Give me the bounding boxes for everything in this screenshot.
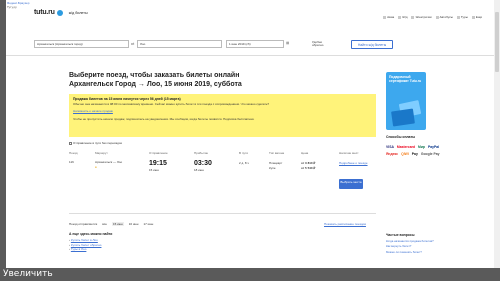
- logo-text: tutu.ru: [34, 9, 55, 16]
- notice-link[interactable]: Напомнить о начале продаж: [73, 109, 372, 113]
- faq-title: Частые вопросы: [386, 233, 415, 237]
- page-title-line1: Выберите поезд, чтобы заказать билеты он…: [69, 72, 240, 79]
- train-row: 116 Архангельск — Лоо ● 19:15 15 июн 03:…: [69, 160, 376, 202]
- class-coupe: Купе: [269, 166, 276, 170]
- mir-icon: Мир: [418, 145, 425, 149]
- col-price[interactable]: Цена: [301, 151, 308, 155]
- faq-item[interactable]: Когда начинается продажа билетов?: [386, 239, 440, 243]
- pager-option-17[interactable]: 17 июн: [143, 222, 153, 226]
- logo-icon: [56, 9, 63, 16]
- faq-block: Частые вопросы Когда начинается продажа …: [386, 233, 440, 254]
- return-trip-toggle[interactable]: Удобно обратно: [312, 40, 334, 47]
- faq-item[interactable]: Можно ли поменять билет?: [386, 250, 440, 254]
- where-list: › Купить билет в Лоо › Купить билет обра…: [69, 238, 101, 252]
- bus-icon: [435, 15, 439, 19]
- card-icon: [391, 108, 415, 127]
- to-field[interactable]: Лоо: [137, 40, 222, 48]
- col-duration[interactable]: В пути: [239, 151, 248, 155]
- train-number: 116: [69, 160, 74, 164]
- where-item-link[interactable]: Купить билет обратно: [71, 243, 102, 247]
- price-plazkart: от 3 810 ₽: [301, 161, 316, 165]
- visa-icon: VISA: [386, 145, 394, 149]
- suburban-icon: [411, 15, 415, 19]
- menu-item-bus[interactable]: Автобусы: [435, 15, 453, 19]
- page-title: Выберите поезд, чтобы заказать билеты он…: [69, 72, 369, 89]
- where-title: А еще здесь можно найти: [69, 232, 113, 236]
- faq-item[interactable]: Как вернуть билет?: [386, 244, 440, 248]
- tours-icon: [456, 15, 460, 19]
- schedule-link[interactable]: Показать расписание поездов: [324, 222, 366, 226]
- menu-item-tours[interactable]: Туры: [456, 15, 468, 19]
- apple-pay-icon: Pay: [411, 152, 418, 156]
- notice-details: Чтобы не пропустить начало продаж, подпи…: [73, 117, 255, 121]
- col-depart[interactable]: Отправление: [149, 151, 168, 155]
- search-bar: Архангельск (Архангельск город) ⇄ Лоо 1 …: [34, 40, 464, 52]
- class-plazkart: Плацкарт: [269, 161, 283, 165]
- sales-notice: Продажа билетов на 15 июня начнутся чере…: [69, 94, 376, 137]
- qiwi-icon: QIWI: [401, 152, 409, 156]
- more-icon: [471, 15, 475, 19]
- gift-certificate-banner[interactable]: Подарочный сертификат Tutu.ru: [386, 72, 426, 130]
- header-divider: [6, 55, 494, 56]
- menu-item-more[interactable]: Ещё: [471, 15, 482, 19]
- price-coupe: от 5 540 ₽: [301, 166, 316, 170]
- browser-tab-subtitle: Туту.ру: [7, 5, 17, 9]
- avia-icon: [383, 15, 387, 19]
- calendar-icon[interactable]: ▦: [286, 41, 289, 45]
- col-class: Тип вагона: [269, 151, 285, 155]
- rail-icon: [398, 15, 402, 19]
- choose-seats-button[interactable]: Выбрать места: [339, 179, 363, 189]
- menu-item-suburban[interactable]: Электрички: [411, 15, 432, 19]
- where-item[interactable]: › Туры в Лоо: [69, 247, 101, 252]
- scroll-thumb[interactable]: [495, 12, 499, 72]
- col-train[interactable]: Поезд: [69, 151, 78, 155]
- swap-icon[interactable]: ⇄: [131, 41, 134, 46]
- company-icon: ●: [95, 165, 97, 169]
- arrive-date: 18 июн: [194, 168, 204, 172]
- pager-label: Поезд отправляется: [69, 222, 98, 226]
- direct-only-filter[interactable]: Отправление в пути без пересадок: [69, 141, 122, 145]
- mastercard-icon: Mastercard: [396, 145, 416, 149]
- web-page: Яндекс.Браузер Туту.ру tutu.ru ж/д билет…: [6, 0, 494, 268]
- date-field[interactable]: 1 июн 2019 (сб): [226, 40, 284, 48]
- where-item-link[interactable]: Туры в Лоо: [71, 247, 87, 251]
- menu-item-avia[interactable]: Авиа: [383, 15, 394, 19]
- status-bar: Увеличить: [0, 268, 500, 281]
- direct-only-checkbox[interactable]: [69, 141, 72, 145]
- train-route[interactable]: Архангельск — Лоо: [95, 160, 122, 164]
- pager-option-16[interactable]: 16 июн: [129, 222, 139, 226]
- site-logo[interactable]: tutu.ru ж/д билеты: [34, 9, 88, 16]
- depart-date: 15 июн: [149, 168, 159, 172]
- zoom-status: Увеличить: [3, 269, 53, 279]
- payment-title: Способы оплаты: [386, 135, 416, 139]
- col-route: Маршрут: [95, 151, 108, 155]
- col-arrive[interactable]: Прибытие: [194, 151, 208, 155]
- page-scrollbar[interactable]: [494, 0, 500, 268]
- google-pay-icon: Google Pay: [420, 152, 440, 156]
- duration: 2 д. 8 ч: [239, 161, 249, 165]
- notice-title: Продажа билетов на 15 июня начнутся чере…: [73, 97, 181, 101]
- seats-info-link[interactable]: Подробнее о поезде: [339, 161, 368, 165]
- banner-text: Подарочный сертификат Tutu.ru: [389, 75, 422, 84]
- row-divider: [69, 213, 376, 214]
- pager-option-all[interactable]: все: [102, 222, 107, 226]
- table-header: Поезд Маршрут Отправление Прибытие В пут…: [69, 151, 376, 157]
- from-field[interactable]: Архангельск (Архангельск город): [34, 40, 129, 48]
- pager-option-selected[interactable]: 15 июн: [111, 222, 124, 226]
- page-title-line2: Архангельск Город → Лоо, 15 июня 2019, с…: [69, 80, 242, 88]
- menu-item-rail[interactable]: Ж/д: [398, 15, 407, 19]
- direct-only-label: Отправление в пути без пересадок: [73, 141, 122, 145]
- paypal-icon: PayPal: [428, 145, 440, 149]
- top-menu: Авиа Ж/д Электрички Автобусы Туры Ещё: [383, 15, 482, 19]
- where-item-link[interactable]: Купить билет в Лоо: [71, 238, 98, 242]
- find-button[interactable]: Найти ж/д билеты: [351, 40, 393, 49]
- yandex-money-icon: Яндекс: [386, 152, 399, 156]
- section-title: ж/д билеты: [68, 10, 88, 15]
- date-pager: Поезд отправляется все 15 июн 16 июн 17 …: [69, 222, 153, 226]
- col-seats: Наличие мест: [339, 151, 359, 155]
- notice-text: Обычно она начинается в 08:00 по московс…: [73, 102, 270, 106]
- payment-logos: VISA Mastercard Мир PayPal Яндекс QIWI P…: [386, 145, 440, 157]
- arrive-time: 03:30: [194, 160, 212, 167]
- depart-time: 19:15: [149, 160, 167, 167]
